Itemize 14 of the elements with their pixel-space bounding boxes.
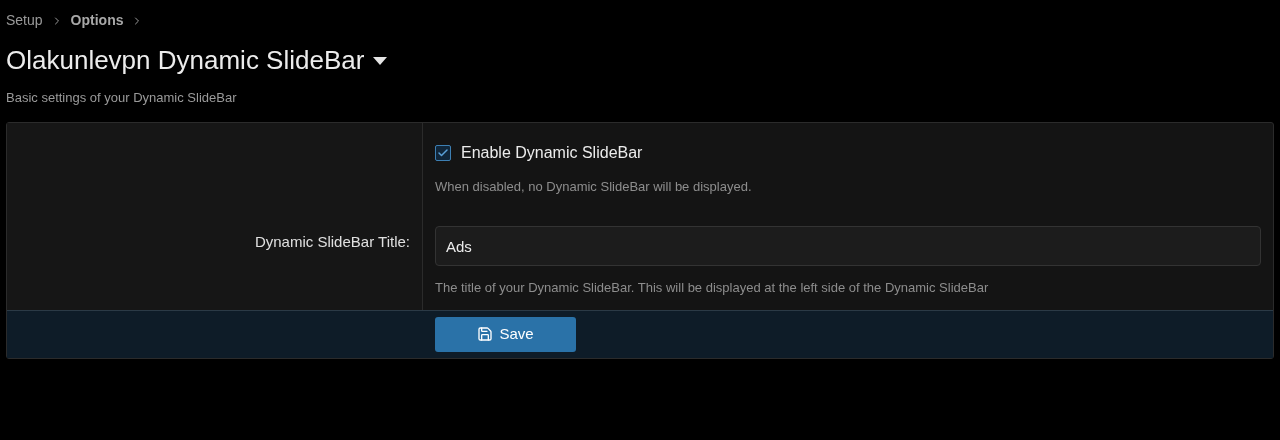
- check-icon: [437, 146, 449, 159]
- caret-icon[interactable]: [372, 55, 389, 66]
- page-description: Basic settings of your Dynamic SlideBar: [6, 89, 238, 107]
- hint-text: When disabled, no Dynamic SlideBar will be displayed.: [435, 177, 753, 196]
- save-icon: [477, 326, 494, 342]
- breadcrumb-link[interactable]: Setup: [6, 10, 43, 31]
- hint-text: The title of your Dynamic SlideBar. This will be displayed at the left side of the Dynamic SlideBar: [435, 279, 990, 297]
- field-label: Dynamic SlideBar Title:: [254, 232, 410, 252]
- title-input[interactable]: Ads: [435, 226, 1261, 266]
- breadcrumb-link[interactable]: Options: [70, 10, 124, 31]
- checkbox-option[interactable]: Enable Dynamic SlideBar: [435, 140, 1261, 165]
- page-title: Olakunlevpn Dynamic SlideBar: [6, 44, 365, 77]
- save-button[interactable]: Save: [435, 316, 576, 352]
- checkbox[interactable]: [435, 144, 451, 161]
